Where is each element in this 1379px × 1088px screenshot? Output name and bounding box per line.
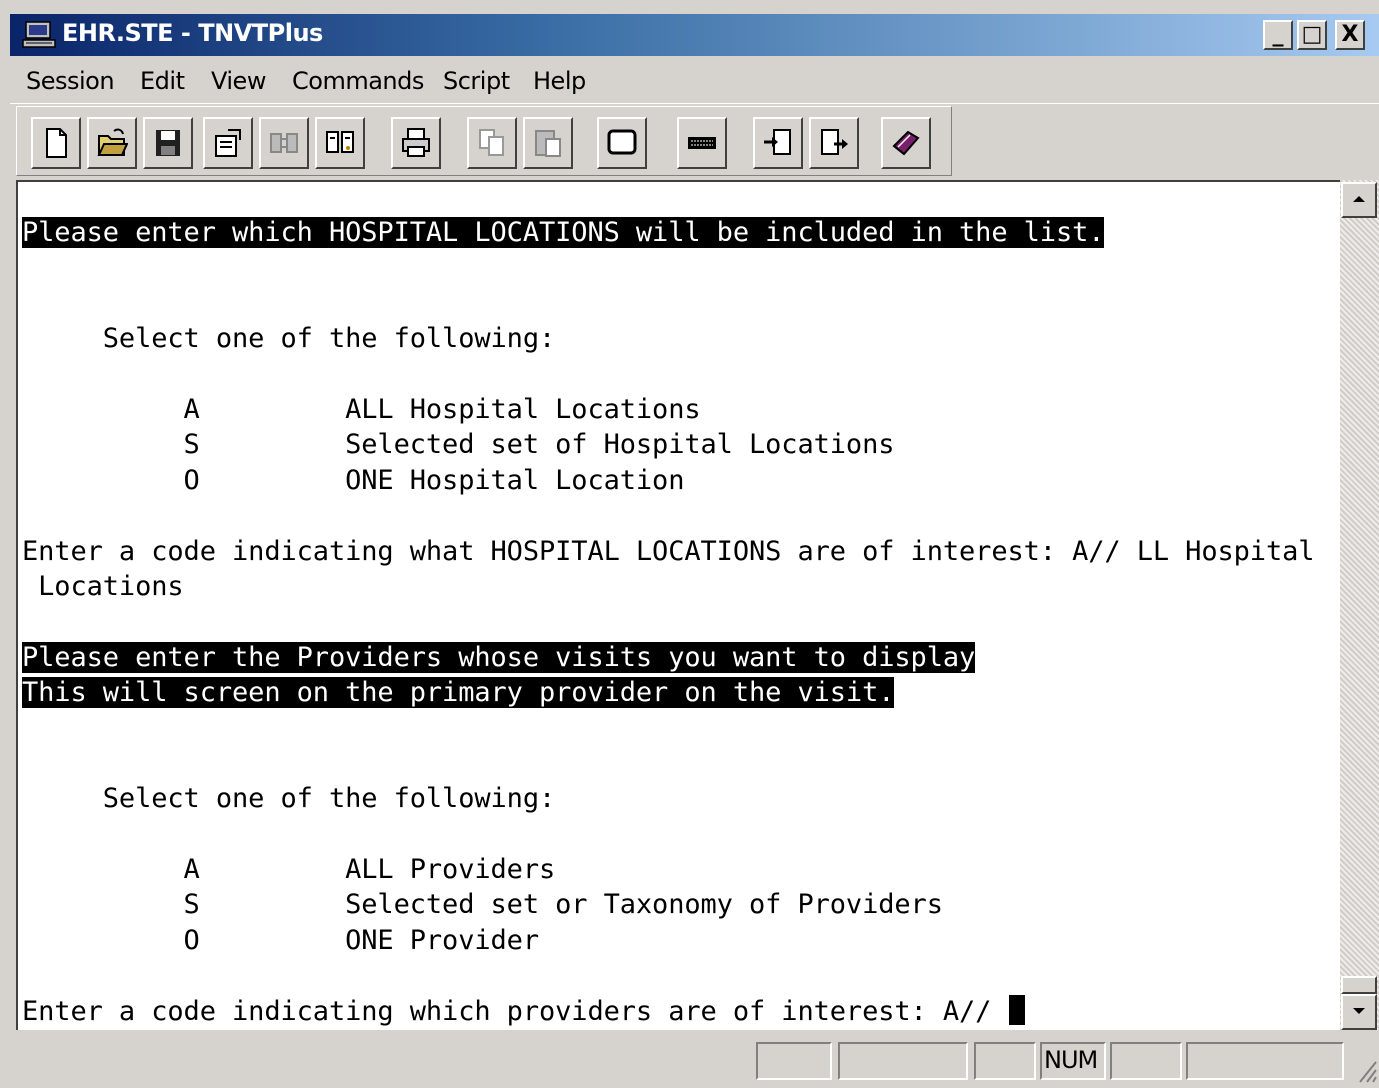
toolbar bbox=[16, 106, 952, 176]
screen-button[interactable] bbox=[597, 117, 647, 169]
close-button[interactable]: X bbox=[1335, 20, 1365, 50]
status-panel bbox=[974, 1042, 1036, 1080]
terminal-line-option: O ONE Provider bbox=[22, 925, 540, 956]
terminal-line-select-prompt: Select one of the following: bbox=[22, 783, 556, 814]
help-button[interactable] bbox=[881, 117, 931, 169]
save-disk-icon bbox=[156, 130, 180, 156]
scroll-thumb[interactable] bbox=[1341, 976, 1377, 994]
connect-icon bbox=[326, 131, 354, 153]
keyboard-icon bbox=[688, 137, 716, 149]
open-button[interactable] bbox=[87, 117, 137, 169]
print-button[interactable] bbox=[391, 117, 441, 169]
terminal-screen[interactable]: Please enter which HOSPITAL LOCATIONS wi… bbox=[16, 180, 1340, 1030]
save-button[interactable] bbox=[143, 117, 193, 169]
menu-session[interactable]: Session bbox=[26, 67, 115, 95]
new-document-icon bbox=[46, 128, 67, 158]
terminal-line-option: A ALL Hospital Locations bbox=[22, 394, 701, 425]
window-title: EHR.STE - TNVTPlus bbox=[62, 19, 323, 47]
status-panel bbox=[1110, 1042, 1182, 1080]
title-bar: EHR.STE - TNVTPlus _ □ X bbox=[10, 14, 1379, 56]
disconnect-icon bbox=[270, 133, 298, 153]
terminal-app-icon bbox=[22, 21, 56, 49]
new-document-button[interactable] bbox=[31, 117, 81, 169]
maximize-button[interactable]: □ bbox=[1297, 20, 1327, 50]
vertical-scrollbar[interactable] bbox=[1340, 180, 1379, 1030]
terminal-line-option: A ALL Providers bbox=[22, 854, 556, 885]
paste-icon bbox=[535, 130, 561, 157]
minimize-button[interactable]: _ bbox=[1263, 20, 1293, 50]
terminal-line-option: S Selected set or Taxonomy of Providers bbox=[22, 889, 943, 920]
connect-button[interactable] bbox=[315, 117, 365, 169]
copy-button[interactable] bbox=[467, 117, 517, 169]
disconnect-button[interactable] bbox=[259, 117, 309, 169]
send-file-icon bbox=[821, 129, 848, 155]
terminal-line-location-entry-cont: Locations bbox=[22, 571, 184, 602]
terminal-line-provider-entry: Enter a code indicating which providers … bbox=[22, 996, 1008, 1027]
print-icon bbox=[402, 128, 430, 157]
scroll-down-button[interactable] bbox=[1341, 994, 1377, 1030]
paste-button[interactable] bbox=[523, 117, 573, 169]
arrow-down-icon bbox=[1353, 1008, 1365, 1014]
menu-help[interactable]: Help bbox=[533, 67, 586, 95]
terminal-line-location-entry: Enter a code indicating what HOSPITAL LO… bbox=[22, 536, 1315, 567]
scroll-up-button[interactable] bbox=[1341, 182, 1377, 218]
arrow-up-icon bbox=[1353, 196, 1365, 202]
copy-icon bbox=[479, 129, 504, 156]
status-panel bbox=[838, 1042, 968, 1080]
menu-script[interactable]: Script bbox=[443, 67, 510, 95]
keyboard-button[interactable] bbox=[677, 117, 727, 169]
terminal-line-header-providers: Please enter the Providers whose visits … bbox=[22, 642, 976, 673]
status-bar: NUM bbox=[10, 1034, 1379, 1088]
menu-bar: Session Edit View Commands Script Help bbox=[10, 58, 1379, 104]
resize-grip-icon[interactable] bbox=[1352, 1054, 1378, 1084]
send-file-button[interactable] bbox=[809, 117, 859, 169]
help-book-icon bbox=[892, 130, 920, 156]
receive-file-button[interactable] bbox=[753, 117, 803, 169]
menu-edit[interactable]: Edit bbox=[140, 67, 185, 95]
terminal-line-option: O ONE Hospital Location bbox=[22, 465, 685, 496]
receive-file-icon bbox=[764, 129, 791, 155]
terminal-line-header-providers-note: This will screen on the primary provider… bbox=[22, 677, 895, 708]
terminal-line-option: S Selected set of Hospital Locations bbox=[22, 429, 895, 460]
properties-button[interactable] bbox=[203, 117, 253, 169]
menu-commands[interactable]: Commands bbox=[292, 67, 424, 95]
status-panel bbox=[756, 1042, 832, 1080]
status-panel bbox=[1186, 1042, 1344, 1080]
properties-icon bbox=[215, 129, 241, 157]
terminal-line-header-locations: Please enter which HOSPITAL LOCATIONS wi… bbox=[22, 217, 1105, 248]
terminal-line-select-prompt: Select one of the following: bbox=[22, 323, 556, 354]
menu-view[interactable]: View bbox=[211, 67, 266, 95]
open-folder-icon bbox=[97, 128, 128, 156]
num-lock-indicator: NUM bbox=[1040, 1042, 1106, 1080]
screen-icon bbox=[607, 129, 637, 155]
text-cursor bbox=[1009, 995, 1026, 1025]
